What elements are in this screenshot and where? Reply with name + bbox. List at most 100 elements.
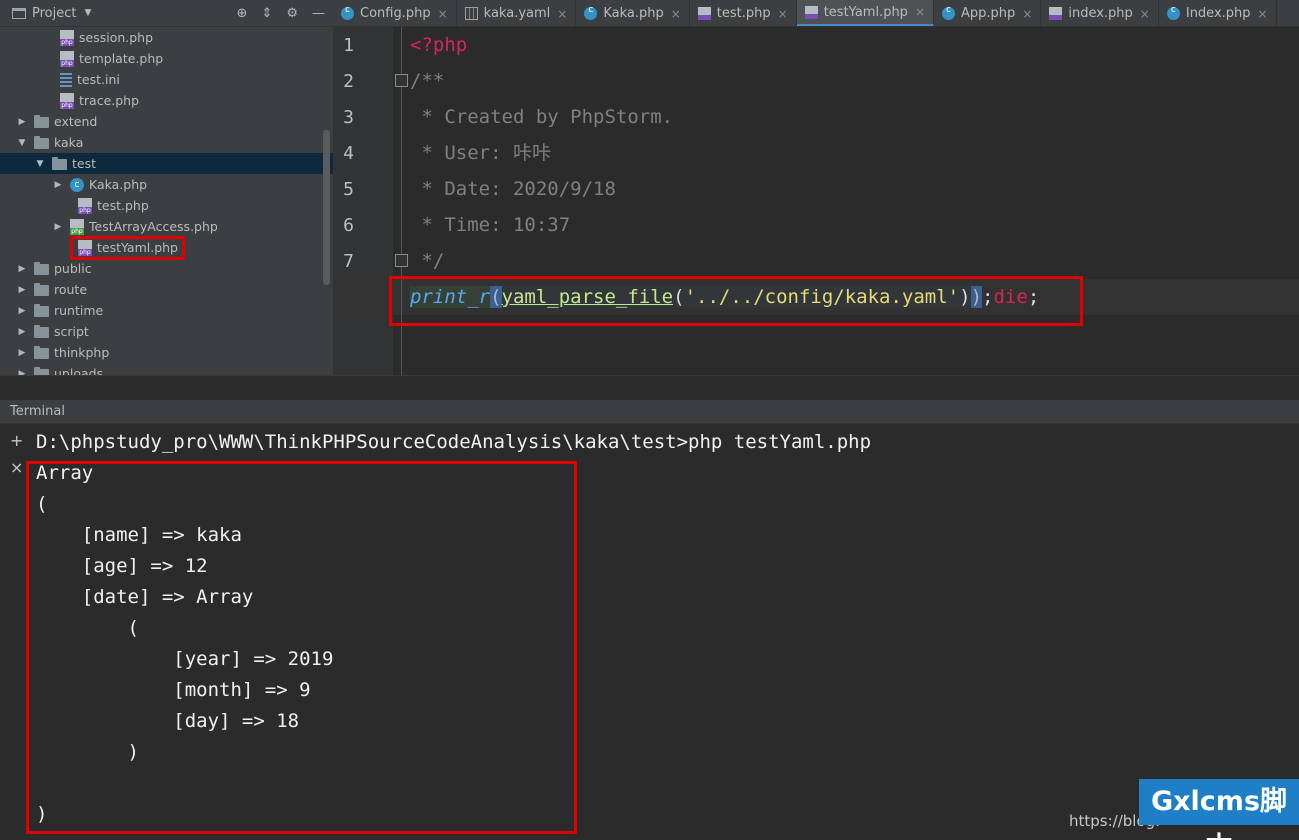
comment: */ [410, 250, 445, 272]
code-line-4: * User: 咔咔 [410, 141, 551, 165]
php-file-icon [1049, 7, 1063, 20]
folder-icon [34, 114, 49, 128]
tab-label: test.php [716, 6, 771, 21]
fold-toggle-icon[interactable] [395, 74, 408, 87]
close-tab-icon[interactable]: × [1258, 7, 1268, 21]
terminal-title: Terminal [10, 404, 65, 419]
tab-label: Index.php [1185, 6, 1251, 21]
tree-item-label: template.php [79, 51, 164, 66]
editor-tab[interactable]: Config.php × [333, 0, 457, 26]
expand-down-icon[interactable]: ▼ [34, 159, 46, 169]
expand-right-icon[interactable]: ▶ [52, 180, 64, 190]
close-tab-icon[interactable]: × [915, 5, 925, 19]
code-line-1: <?php [410, 33, 467, 57]
comment: * User: 咔咔 [410, 142, 551, 164]
editor-tab[interactable]: test.php × [690, 0, 797, 26]
tree-item[interactable]: ▼ kaka [0, 132, 333, 153]
expand-right-icon[interactable]: ▶ [16, 348, 28, 358]
line-number: 7 [343, 251, 354, 272]
tree-item-label: Kaka.php [89, 177, 148, 192]
editor-tab[interactable]: testYaml.php × [796, 0, 934, 26]
tree-item[interactable]: session.php [0, 27, 333, 48]
editor-tab[interactable]: App.php × [934, 0, 1042, 26]
comment: * Created by PhpStorm. [410, 106, 674, 128]
comment: /** [410, 70, 445, 92]
tree-item[interactable]: ▼ test [0, 153, 333, 174]
project-view-dropdown[interactable]: Project ▼ [0, 6, 91, 21]
tab-label: App.php [961, 6, 1016, 21]
class-file-icon [1166, 5, 1180, 20]
gear-icon[interactable]: ⚙ [286, 6, 298, 21]
tree-item-label: kaka [54, 135, 84, 150]
tree-item-label: thinkphp [54, 345, 110, 360]
highlight-box-file [70, 236, 185, 260]
editor-tab[interactable]: kaka.yaml × [457, 0, 577, 26]
tree-item[interactable]: ▶ extend [0, 111, 333, 132]
yaml-file-icon [464, 7, 478, 20]
vertical-scrollbar[interactable] [323, 130, 330, 285]
tree-item[interactable]: test.ini [0, 69, 333, 90]
class-file-icon [584, 5, 598, 20]
tree-item[interactable]: trace.php [0, 90, 333, 111]
php-file-icon [60, 29, 74, 46]
line-number-gutter: 12345678 [333, 27, 393, 375]
folder-icon [34, 303, 49, 317]
php-file-icon [78, 197, 92, 214]
minimize-icon[interactable]: — [312, 6, 325, 21]
project-window-icon [12, 7, 26, 19]
tree-item[interactable]: test.php [0, 195, 333, 216]
folder-icon [52, 156, 67, 170]
folder-icon [34, 345, 49, 359]
close-tab-icon[interactable]: × [557, 7, 567, 21]
ini-file-icon [60, 72, 72, 87]
fold-toggle-icon[interactable] [395, 254, 408, 267]
editor-tab-bar: Config.php×kaka.yaml×Kaka.php×test.php×t… [333, 0, 1299, 27]
php-file-icon [60, 92, 74, 109]
editor-tab[interactable]: Kaka.php × [576, 0, 690, 26]
tree-item[interactable]: ▶ TestArrayAccess.php [0, 216, 333, 237]
close-tab-icon[interactable]: × [778, 7, 788, 21]
code-line-5: * Date: 2020/9/18 [410, 177, 615, 201]
collapse-all-icon[interactable]: ⇕ [261, 6, 272, 21]
close-tab-icon[interactable]: × [438, 7, 448, 21]
tree-item[interactable]: ▶ c Kaka.php [0, 174, 333, 195]
tree-item-label: extend [54, 114, 98, 129]
php-file-icon [697, 7, 711, 20]
tab-label: kaka.yaml [483, 6, 551, 21]
locate-icon[interactable]: ⊕ [237, 6, 248, 21]
editor-tab[interactable]: Index.php × [1159, 0, 1277, 26]
php-file-icon [804, 5, 818, 19]
tree-item-label: session.php [79, 30, 154, 45]
folder-icon [34, 261, 49, 275]
tree-item-label: test.ini [77, 72, 120, 87]
expand-right-icon[interactable]: ▶ [16, 264, 28, 274]
highlight-box-code [389, 276, 1083, 326]
tree-item[interactable]: ▶ thinkphp [0, 342, 333, 363]
class-file-icon [942, 5, 955, 20]
expand-down-icon[interactable]: ▼ [16, 138, 28, 148]
tree-item[interactable]: ▶ route [0, 279, 333, 300]
line-number: 1 [343, 35, 354, 56]
tab-label: Kaka.php [603, 6, 664, 21]
close-terminal-icon[interactable]: × [10, 458, 23, 477]
close-tab-icon[interactable]: × [1140, 7, 1150, 21]
expand-right-icon[interactable]: ▶ [16, 306, 28, 316]
code-line-6: * Time: 10:37 [410, 213, 570, 237]
editor-tab[interactable]: index.php × [1041, 0, 1159, 26]
expand-right-icon[interactable]: ▶ [16, 285, 28, 295]
close-tab-icon[interactable]: × [1022, 7, 1032, 21]
close-tab-icon[interactable]: × [671, 7, 681, 21]
tree-item[interactable]: ▶ runtime [0, 300, 333, 321]
project-panel: Project ▼ ⊕ ⇕ ⚙ — session.php template.ph… [0, 0, 333, 400]
php-open-tag: <?php [410, 34, 468, 56]
expand-right-icon[interactable]: ▶ [16, 327, 28, 337]
expand-right-icon[interactable]: ▶ [52, 222, 64, 232]
new-terminal-icon[interactable]: + [10, 431, 23, 450]
tree-item[interactable]: template.php [0, 48, 333, 69]
tree-item[interactable]: ▶ script [0, 321, 333, 342]
expand-right-icon[interactable]: ▶ [16, 117, 28, 127]
tab-label: index.php [1068, 6, 1133, 21]
tree-item-label: test [72, 156, 97, 171]
terminal-command-line: D:\phpstudy_pro\WWW\ThinkPHPSourceCodeAn… [36, 431, 872, 453]
tree-item[interactable]: ▶ public [0, 258, 333, 279]
